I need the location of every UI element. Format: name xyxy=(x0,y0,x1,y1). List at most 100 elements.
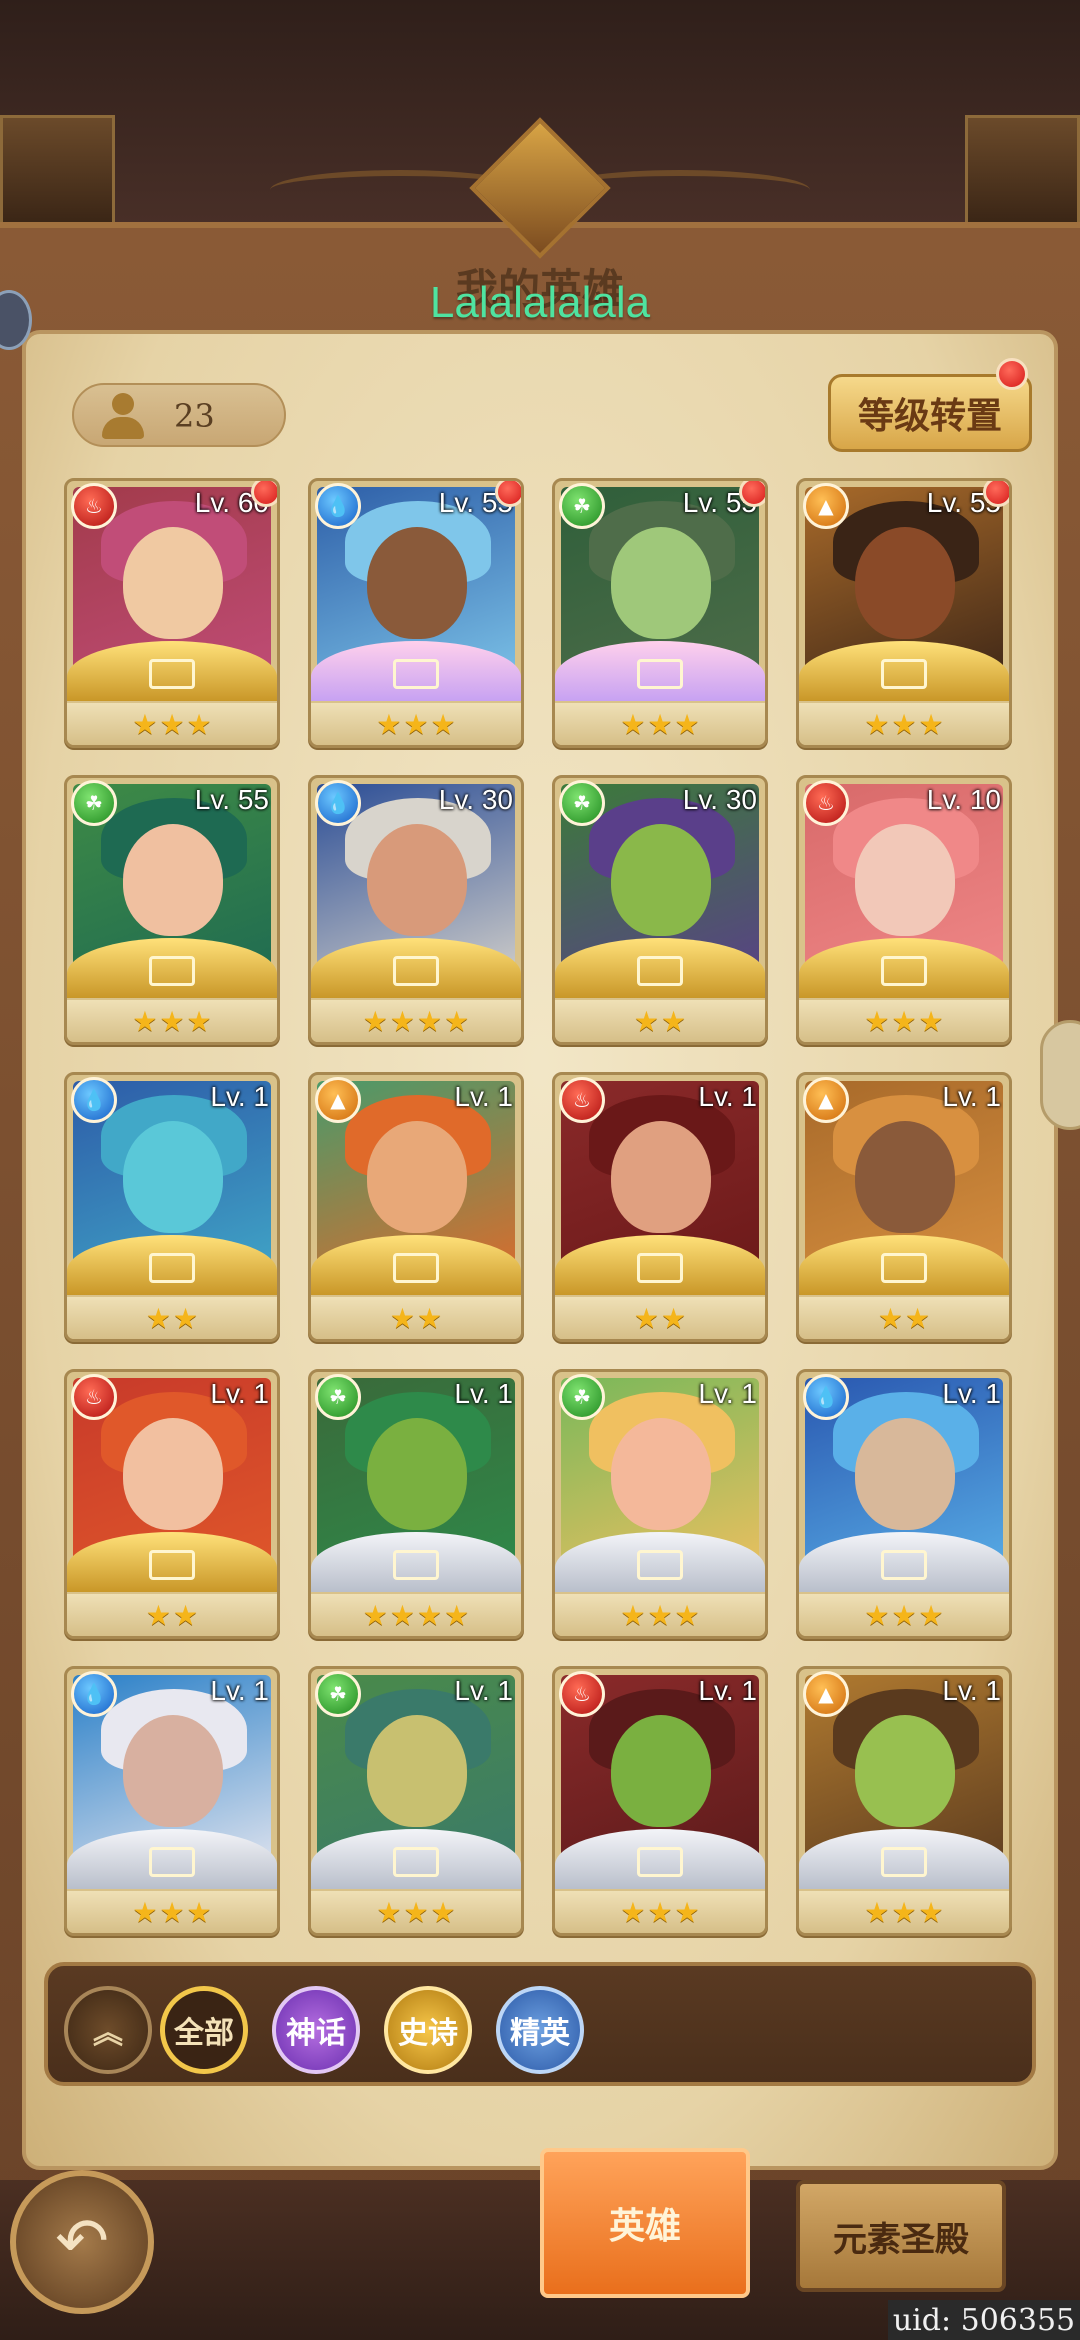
hero-level: Lv. 1 xyxy=(698,1378,757,1409)
hero-level: Lv. 1 xyxy=(210,1378,269,1409)
star-icon: ★ xyxy=(417,1004,443,1038)
star-rating: ★ ★ xyxy=(555,1000,765,1042)
hero-card[interactable]: ★ ★ ★ ☘ Lv. 55 xyxy=(64,775,280,1045)
star-icon: ★ xyxy=(620,1598,646,1632)
star-rating: ★ ★ ★ xyxy=(67,703,277,745)
star-rating: ★ ★ ★ ★ xyxy=(311,1594,521,1636)
star-rating: ★ ★ ★ xyxy=(67,1000,277,1042)
hero-level: Lv. 55 xyxy=(194,784,269,815)
collapse-up-icon[interactable]: ︽ xyxy=(64,1986,152,2074)
star-icon: ★ xyxy=(186,1004,212,1038)
hero-level: Lv. 1 xyxy=(942,1081,1001,1112)
side-tab-right[interactable] xyxy=(1040,1020,1080,1130)
hero-card[interactable]: ★ ★ ★ ♨ Lv. 1 xyxy=(552,1666,768,1936)
hero-card[interactable]: ★ ★ ★ ★ 💧 Lv. 30 xyxy=(308,775,524,1045)
level-transfer-label: 等级转置 xyxy=(857,396,1002,437)
hero-card[interactable]: ★ ★ ♨ Lv. 1 xyxy=(64,1369,280,1639)
star-icon: ★ xyxy=(362,1598,388,1632)
hero-level: Lv. 1 xyxy=(698,1675,757,1706)
star-icon: ★ xyxy=(376,707,402,741)
hero-card[interactable]: ★ ★ ▲ Lv. 1 xyxy=(796,1072,1012,1342)
hero-card[interactable]: ★ ★ ★ ▲ Lv. 1 xyxy=(796,1666,1012,1936)
fire-element-icon: ♨ xyxy=(803,780,849,826)
player-nickname: Lalalalalala xyxy=(429,278,651,327)
rarity-emblem-icon xyxy=(393,1550,439,1580)
hero-card[interactable]: ★ ★ ♨ Lv. 1 xyxy=(552,1072,768,1342)
star-rating: ★ ★ ★ xyxy=(555,1891,765,1933)
star-icon: ★ xyxy=(864,707,890,741)
star-icon: ★ xyxy=(444,1598,470,1632)
hero-card[interactable]: ★ ★ ★ ★ ☘ Lv. 1 xyxy=(308,1369,524,1639)
star-icon: ★ xyxy=(389,1301,415,1335)
left-pillar-decoration xyxy=(0,115,115,225)
hero-card[interactable]: ★ ★ ★ 💧 Lv. 1 xyxy=(796,1369,1012,1639)
star-icon: ★ xyxy=(403,1895,429,1929)
star-icon: ★ xyxy=(173,1598,199,1632)
star-icon: ★ xyxy=(633,1301,659,1335)
hero-count: 23 xyxy=(174,397,215,435)
star-rating: ★ ★ xyxy=(311,1297,521,1339)
tab-heroes[interactable]: 英雄 xyxy=(540,2148,750,2298)
notification-dot xyxy=(996,358,1028,390)
star-icon: ★ xyxy=(905,1301,931,1335)
star-icon: ★ xyxy=(891,1004,917,1038)
star-icon: ★ xyxy=(159,707,185,741)
hero-card[interactable]: ★ ★ ★ ☘ Lv. 1 xyxy=(552,1369,768,1639)
star-icon: ★ xyxy=(864,1895,890,1929)
water-element-icon: 💧 xyxy=(315,780,361,826)
star-icon: ★ xyxy=(647,707,673,741)
hero-card[interactable]: ★ ★ ▲ Lv. 1 xyxy=(308,1072,524,1342)
star-icon: ★ xyxy=(444,1004,470,1038)
hero-count-badge: 23 xyxy=(72,383,286,447)
back-arrow-icon[interactable]: ↶ xyxy=(10,2170,154,2314)
filter-all-button[interactable]: 全部 xyxy=(160,1986,248,2074)
star-icon: ★ xyxy=(647,1895,673,1929)
star-icon: ★ xyxy=(430,1895,456,1929)
star-rating: ★ ★ xyxy=(67,1297,277,1339)
star-icon: ★ xyxy=(864,1598,890,1632)
star-icon: ★ xyxy=(159,1895,185,1929)
hero-level: Lv. 1 xyxy=(454,1378,513,1409)
rarity-emblem-icon xyxy=(881,659,927,689)
hero-card[interactable]: ★ ★ ★ ☘ Lv. 55 xyxy=(552,478,768,748)
star-icon: ★ xyxy=(132,707,158,741)
hero-level: Lv. 1 xyxy=(454,1081,513,1112)
filter-myth-button[interactable]: 神话 xyxy=(272,1986,360,2074)
hero-card[interactable]: ★ ★ ★ ♨ Lv. 10 xyxy=(796,775,1012,1045)
rarity-emblem-icon xyxy=(637,1550,683,1580)
water-element-icon: 💧 xyxy=(315,483,361,529)
rarity-emblem-icon xyxy=(149,1253,195,1283)
star-icon: ★ xyxy=(891,707,917,741)
star-icon: ★ xyxy=(918,707,944,741)
hero-card[interactable]: ★ ★ ★ 💧 Lv. 1 xyxy=(64,1666,280,1936)
hero-card[interactable]: ★ ★ ☘ Lv. 30 xyxy=(552,775,768,1045)
hero-card[interactable]: ★ ★ ★ ♨ Lv. 60 xyxy=(64,478,280,748)
hero-card[interactable]: ★ ★ 💧 Lv. 1 xyxy=(64,1072,280,1342)
star-rating: ★ ★ ★ xyxy=(555,703,765,745)
earth-element-icon: ▲ xyxy=(803,1671,849,1717)
notification-dot xyxy=(739,481,765,507)
hero-level: Lv. 1 xyxy=(210,1081,269,1112)
star-icon: ★ xyxy=(891,1895,917,1929)
star-icon: ★ xyxy=(173,1301,199,1335)
filter-elite-button[interactable]: 精英 xyxy=(496,1986,584,2074)
rarity-emblem-icon xyxy=(393,659,439,689)
star-icon: ★ xyxy=(403,707,429,741)
hero-level: Lv. 1 xyxy=(942,1378,1001,1409)
star-icon: ★ xyxy=(918,1004,944,1038)
hero-card[interactable]: ★ ★ ★ ☘ Lv. 1 xyxy=(308,1666,524,1936)
star-icon: ★ xyxy=(918,1895,944,1929)
fire-element-icon: ♨ xyxy=(559,1077,605,1123)
hero-level: Lv. 1 xyxy=(698,1081,757,1112)
star-icon: ★ xyxy=(674,1895,700,1929)
tab-element-temple[interactable]: 元素圣殿 xyxy=(796,2180,1006,2292)
rarity-emblem-icon xyxy=(637,1253,683,1283)
star-icon: ★ xyxy=(417,1598,443,1632)
rarity-emblem-icon xyxy=(881,1847,927,1877)
star-rating: ★ ★ ★ xyxy=(67,1891,277,1933)
hero-card[interactable]: ★ ★ ★ ▲ Lv. 55 xyxy=(796,478,1012,748)
water-element-icon: 💧 xyxy=(71,1671,117,1717)
rarity-emblem-icon xyxy=(637,956,683,986)
hero-card[interactable]: ★ ★ ★ 💧 Lv. 55 xyxy=(308,478,524,748)
filter-epic-button[interactable]: 史诗 xyxy=(384,1986,472,2074)
